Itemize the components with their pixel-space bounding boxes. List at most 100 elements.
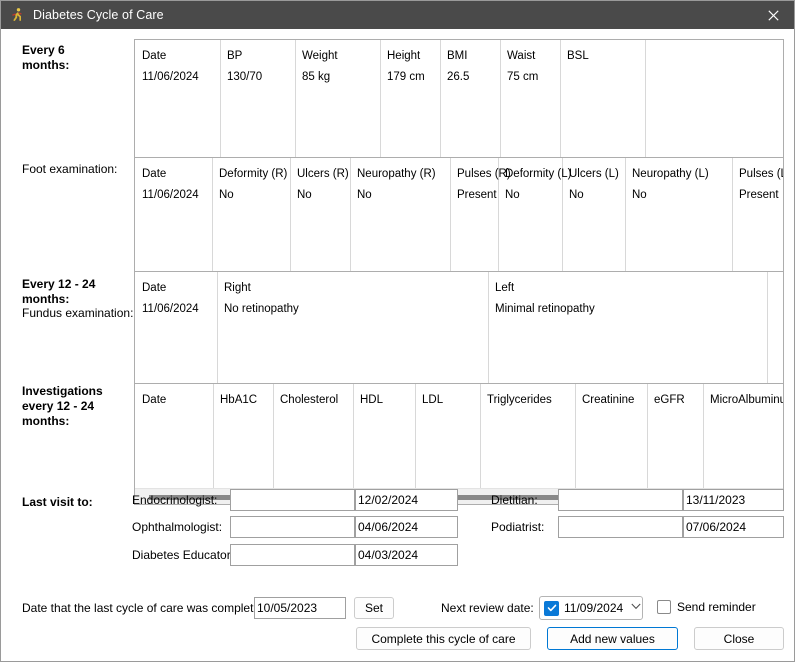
column-separator [440,40,441,160]
complete-cycle-button[interactable]: Complete this cycle of care [356,627,531,650]
close-icon[interactable] [750,1,794,29]
table-cell[interactable]: No retinopathy [224,302,299,316]
section-label-every6: Every 6 months: [22,43,132,73]
input-ophthalmologist-date[interactable] [355,516,458,538]
column-separator [703,384,704,488]
section-label-every12-line1: Every 12 - 24 [22,277,96,291]
column-separator [560,40,561,160]
table-cell[interactable]: No [357,188,372,202]
close-button[interactable]: Close [694,627,784,650]
column-header[interactable]: Right [224,281,251,295]
column-header[interactable]: Date [142,393,166,407]
input-diabetes-educator-name[interactable] [230,544,355,566]
input-endocrinologist-name[interactable] [230,489,355,511]
column-header[interactable]: eGFR [654,393,685,407]
column-header[interactable]: Height [387,49,420,63]
next-review-checkbox[interactable] [544,600,559,616]
grid-investigations[interactable]: Date HbA1C Cholesterol HDL LDL Triglycerides C… [134,383,784,505]
table-cell[interactable]: 75 cm [507,70,538,84]
input-endocrinologist-date[interactable] [355,489,458,511]
column-header[interactable]: Cholesterol [280,393,338,407]
column-header[interactable]: HDL [360,393,383,407]
table-cell[interactable]: 85 kg [302,70,330,84]
section-label-investigations-line2: every 12 - 24 [22,399,95,413]
column-separator [380,40,381,160]
table-cell[interactable]: No [569,188,584,202]
column-separator [450,158,451,282]
next-review-date-picker[interactable]: 11/09/2024 [539,596,643,620]
column-separator [220,40,221,160]
table-cell[interactable]: 11/06/2024 [142,188,199,202]
section-label-every12-line2: months: [22,292,70,306]
chevron-down-icon[interactable] [631,603,641,613]
column-separator [273,384,274,488]
table-cell[interactable]: 26.5 [447,70,469,84]
input-ophthalmologist-name[interactable] [230,516,355,538]
runner-icon [9,7,25,23]
send-reminder-checkbox[interactable] [657,600,671,614]
table-cell[interactable]: 11/06/2024 [142,302,199,316]
column-separator [213,384,214,488]
column-header[interactable]: Weight [302,49,338,63]
label-next-review-date: Next review date: [441,601,534,615]
send-reminder-field[interactable]: Send reminder [657,600,756,614]
section-label-every6-line1: Every 6 [22,43,65,57]
table-cell[interactable]: 11/06/2024 [142,70,199,84]
table-cell[interactable]: 179 cm [387,70,425,84]
column-header[interactable]: Date [142,167,166,181]
input-dietitian-date[interactable] [683,489,784,511]
column-separator [575,384,576,488]
column-header[interactable]: Waist [507,49,535,63]
column-header[interactable]: Creatinine [582,393,634,407]
input-dietitian-name[interactable] [558,489,683,511]
column-separator [647,384,648,488]
set-button[interactable]: Set [354,597,394,619]
input-podiatrist-date[interactable] [683,516,784,538]
grid-every-6-months[interactable]: Date BP Weight Height BMI Waist BSL 11/06/2024 1… [134,39,784,161]
column-header[interactable]: BSL [567,49,589,63]
column-header[interactable]: Triglycerides [487,393,552,407]
table-cell[interactable]: Present [457,188,497,202]
column-separator [290,158,291,282]
column-header[interactable]: Date [142,49,166,63]
column-header[interactable]: Ulcers (R) [297,167,349,181]
grid-foot-examination[interactable]: Date Deformity (R) Ulcers (R) Neuropathy (R… [134,157,784,283]
table-cell[interactable]: Minimal retinopathy [495,302,595,316]
column-header[interactable]: BMI [447,49,467,63]
label-diabetes-educator: Diabetes Educator: [132,548,235,562]
column-header[interactable]: Pulses (L) [739,167,783,181]
table-cell[interactable]: No [219,188,234,202]
column-separator [212,158,213,282]
column-header[interactable]: BP [227,49,242,63]
column-header[interactable]: Deformity (R) [219,167,287,181]
section-label-foot: Foot examination: [22,162,118,176]
input-podiatrist-name[interactable] [558,516,683,538]
column-header[interactable]: Neuropathy (L) [632,167,709,181]
column-header[interactable]: Pulses (R) [457,167,511,181]
table-cell[interactable]: 130/70 [227,70,262,84]
dialog-window: Diabetes Cycle of Care Every 6 months: F… [0,0,795,662]
add-new-values-button[interactable]: Add new values [547,627,678,650]
table-cell[interactable]: No [632,188,647,202]
column-header[interactable]: LDL [422,393,443,407]
table-cell[interactable]: No [505,188,520,202]
column-separator [350,158,351,282]
column-separator [415,384,416,488]
label-cycle-completed: Date that the last cycle of care was com… [22,601,271,615]
input-diabetes-educator-date[interactable] [355,544,458,566]
window-title: Diabetes Cycle of Care [33,8,164,22]
column-header[interactable]: MicroAlbuminu [710,393,783,407]
column-header[interactable]: Neuropathy (R) [357,167,436,181]
column-separator [353,384,354,488]
column-header[interactable]: Ulcers (L) [569,167,619,181]
column-header[interactable]: Deformity (L) [505,167,571,181]
input-cycle-completed-date[interactable] [254,597,346,619]
table-cell[interactable]: No [297,188,312,202]
table-cell[interactable]: Present [739,188,779,202]
column-header[interactable]: Left [495,281,514,295]
column-header[interactable]: HbA1C [220,393,257,407]
column-header[interactable]: Date [142,281,166,295]
section-label-every6-line2: months: [22,58,70,72]
label-dietitian: Dietitian: [491,493,538,507]
section-label-fundus: Fundus examination: [22,306,134,320]
